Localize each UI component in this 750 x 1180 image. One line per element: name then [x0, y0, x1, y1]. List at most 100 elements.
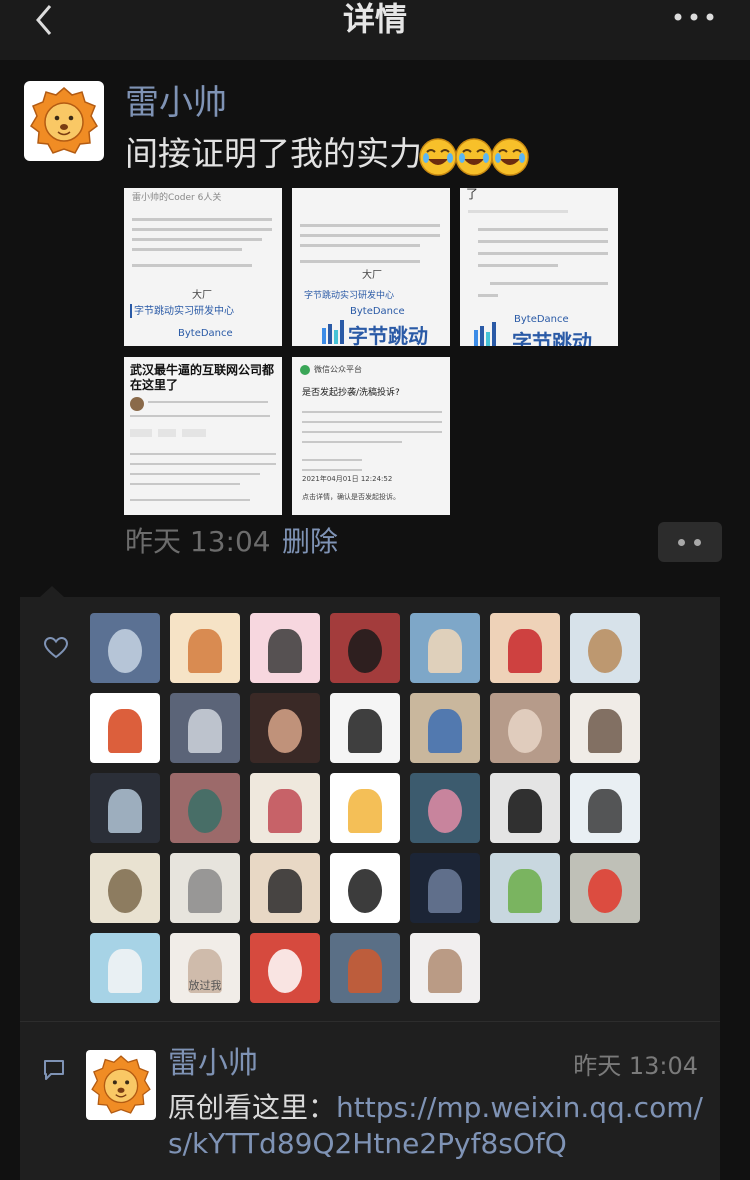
avatar-figure [188, 789, 222, 833]
image-header-text: 了 [466, 188, 479, 201]
heart-icon [44, 637, 68, 659]
image-date: 2021年04月01日 12:24:52 [302, 475, 393, 483]
liker-30-avatar[interactable]: 放过我 [170, 933, 240, 1003]
nav-bar: 详情 [0, 0, 750, 60]
liker-10-avatar[interactable] [250, 693, 320, 763]
liker-17-avatar[interactable] [250, 773, 320, 843]
image-brand: ByteDance [514, 314, 569, 325]
crying-laughing-emoji-icon [491, 138, 529, 176]
image-source: 微信公众平台 [314, 365, 362, 374]
emoji-group [419, 134, 530, 178]
post-image-2[interactable]: 大厂 字节跳动实习研发中心 ByteDance 字节跳动 [292, 188, 450, 346]
image-tag-label: 字节跳动实习研发中心 [134, 306, 234, 317]
bytedance-logo-icon [322, 320, 344, 344]
avatar-figure [428, 629, 462, 673]
post-image-1[interactable]: 雷小帅的Coder 6人关 大厂 字节跳动实习研发中心 ByteDance [124, 188, 282, 346]
liker-16-avatar[interactable] [170, 773, 240, 843]
liker-13-avatar[interactable] [490, 693, 560, 763]
avatar-figure [588, 789, 622, 833]
liker-8-avatar[interactable] [90, 693, 160, 763]
image-brand: ByteDance [178, 328, 233, 339]
avatar-figure [188, 869, 222, 913]
liker-14-avatar[interactable] [570, 693, 640, 763]
post-author-name[interactable]: 雷小帅 [125, 82, 227, 124]
comment-icon [44, 1060, 64, 1080]
avatar-figure [508, 789, 542, 833]
avatar-figure [108, 789, 142, 833]
liker-20-avatar[interactable] [490, 773, 560, 843]
image-headline: 武汉最牛逼的互联网公司都在这里了 [130, 363, 275, 392]
more-dots-icon[interactable] [674, 12, 714, 22]
avatar-figure [348, 949, 382, 993]
liker-29-avatar[interactable] [90, 933, 160, 1003]
image-logo: 字节跳动 [512, 330, 592, 346]
liker-27-avatar[interactable] [490, 853, 560, 923]
author-avatar[interactable] [24, 81, 104, 161]
lion-avatar-icon [91, 1055, 151, 1114]
post-time: 昨天 13:04 [125, 525, 271, 558]
liker-31-avatar[interactable] [250, 933, 320, 1003]
liker-26-avatar[interactable] [410, 853, 480, 923]
avatar-figure [428, 949, 462, 993]
comment-prefix: 原创看这里： [168, 1091, 337, 1124]
liker-23-avatar[interactable] [170, 853, 240, 923]
image-sub-label: 大厂 [362, 270, 382, 281]
image-logo: 字节跳动 [348, 324, 428, 346]
liker-2-avatar[interactable] [170, 613, 240, 683]
liker-3-avatar[interactable] [250, 613, 320, 683]
avatar-figure [268, 629, 302, 673]
liker-33-avatar[interactable] [410, 933, 480, 1003]
comment-author-avatar[interactable] [86, 1050, 156, 1120]
post-image-5[interactable]: 微信公众平台 是否发起抄袭/洗稿投诉? 2021年04月01日 12:24:52… [292, 357, 450, 515]
liker-7-avatar[interactable] [570, 613, 640, 683]
liker-18-avatar[interactable] [330, 773, 400, 843]
liker-24-avatar[interactable] [250, 853, 320, 923]
liker-32-avatar[interactable] [330, 933, 400, 1003]
liker-11-avatar[interactable] [330, 693, 400, 763]
avatar-figure [428, 789, 462, 833]
crying-laughing-emoji-icon [419, 138, 457, 176]
liker-21-avatar[interactable] [570, 773, 640, 843]
avatar-figure [268, 709, 302, 753]
avatar-figure [428, 869, 462, 913]
comment-text: 原创看这里：https://mp.weixin.qq.com/s/kYTTd89… [168, 1090, 708, 1162]
comment-like-button[interactable] [658, 522, 722, 562]
avatar-figure [108, 869, 142, 913]
liker-19-avatar[interactable] [410, 773, 480, 843]
avatar-figure [348, 709, 382, 753]
liker-1-avatar[interactable] [90, 613, 160, 683]
liker-9-avatar[interactable] [170, 693, 240, 763]
liker-22-avatar[interactable] [90, 853, 160, 923]
liker-25-avatar[interactable] [330, 853, 400, 923]
image-tag-label: 字节跳动实习研发中心 [304, 291, 395, 301]
post-image-4[interactable]: 武汉最牛逼的互联网公司都在这里了 [124, 357, 282, 515]
avatar-figure [588, 629, 622, 673]
image-header-text: 雷小帅的Coder 6人关 [132, 193, 222, 203]
avatar-figure [508, 709, 542, 753]
avatar-figure [428, 709, 462, 753]
liker-28-avatar[interactable] [570, 853, 640, 923]
image-headline: 是否发起抄袭/洗稿投诉? [302, 388, 400, 398]
post-image-3[interactable]: 了 ByteDance 字节跳动 [460, 188, 618, 346]
image-sub-label: 大厂 [192, 290, 212, 301]
avatar-figure [588, 869, 622, 913]
liker-12-avatar[interactable] [410, 693, 480, 763]
liker-5-avatar[interactable] [410, 613, 480, 683]
liker-4-avatar[interactable] [330, 613, 400, 683]
avatar-figure [348, 869, 382, 913]
lion-avatar-icon [30, 87, 98, 154]
page-title: 详情 [342, 0, 407, 38]
likes-caret [40, 586, 64, 597]
delete-link[interactable]: 删除 [282, 522, 338, 562]
avatar-figure [508, 869, 542, 913]
liker-6-avatar[interactable] [490, 613, 560, 683]
comment-author-name[interactable]: 雷小帅 [168, 1044, 258, 1084]
avatar-figure [108, 949, 142, 993]
avatar-figure [588, 709, 622, 753]
avatar-figure [268, 869, 302, 913]
avatar-figure [508, 629, 542, 673]
liker-15-avatar[interactable] [90, 773, 160, 843]
avatar-figure [108, 709, 142, 753]
comment-time: 昨天 13:04 [573, 1052, 698, 1080]
avatar-figure [188, 629, 222, 673]
